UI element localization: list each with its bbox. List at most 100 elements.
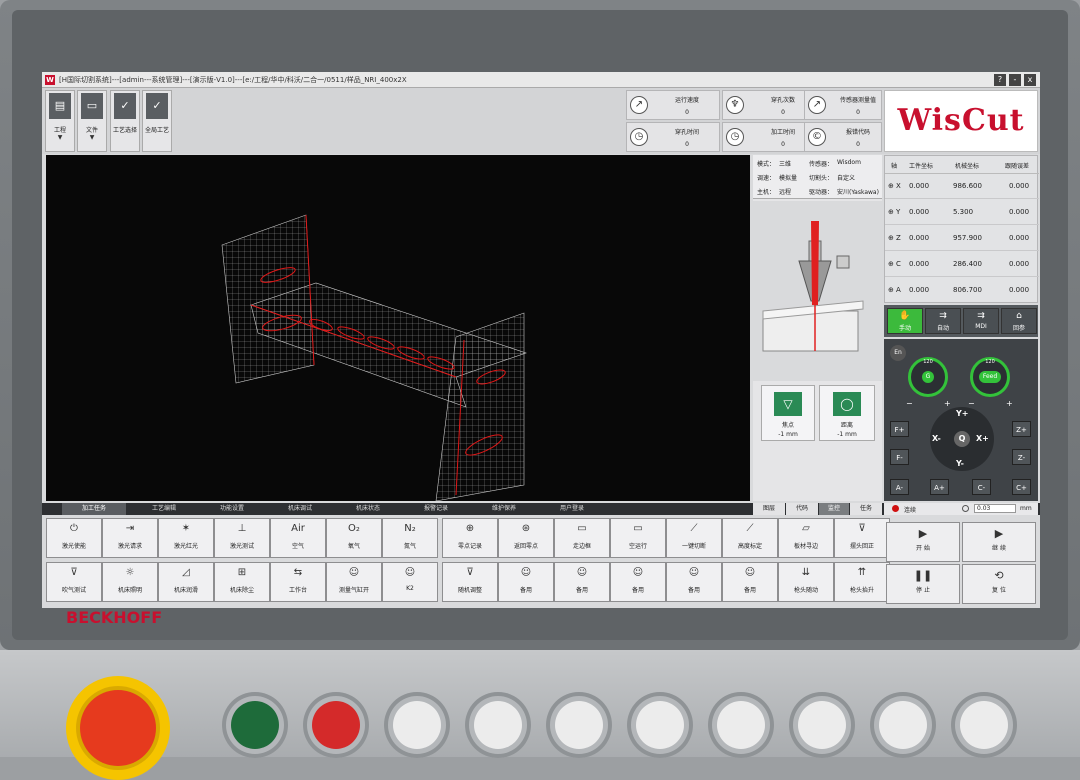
function-key-row2-1[interactable]: ☼ 机床照明	[102, 562, 158, 602]
step-input[interactable]: 0.03	[974, 504, 1016, 513]
jog-z-plus[interactable]: Z+	[1012, 421, 1031, 437]
emergency-stop-button[interactable]	[66, 676, 170, 780]
start-button[interactable]: ▶ 开 始	[886, 522, 960, 562]
function-key-label: 激光请求	[117, 543, 142, 550]
function-key-row1-6[interactable]: N₂ 氮气	[382, 518, 438, 558]
function-key-row1-13[interactable]: ▱ 板材寻边	[778, 518, 834, 558]
jog-y-minus[interactable]: Y-	[956, 459, 964, 468]
tab-code[interactable]: 代码	[786, 503, 818, 515]
tab-function-settings[interactable]: 功能设置	[200, 503, 264, 515]
continue-button[interactable]: ▶ 继 续	[962, 522, 1036, 562]
function-key-row1-5[interactable]: O₂ 氧气	[326, 518, 382, 558]
axis-row-x: ⊕ X 0.000 986.600 0.000	[885, 174, 1039, 199]
tab-monitor[interactable]: 监控	[819, 503, 849, 515]
mode-mdi-button[interactable]: ⇉ MDI	[963, 308, 999, 334]
jog-c-minus[interactable]: C-	[972, 479, 991, 495]
function-key-label: 机床除尘	[229, 587, 254, 594]
minimize-button[interactable]: -	[1009, 74, 1021, 86]
jog-y-plus[interactable]: Y+	[956, 409, 969, 418]
process-select-button[interactable]: ✓ 工艺选择	[110, 90, 140, 152]
function-key-icon: ⏻	[70, 523, 78, 534]
jog-x-minus[interactable]: X-	[932, 434, 941, 443]
function-key-row2-3[interactable]: ⊞ 机床除尘	[214, 562, 270, 602]
hardware-key-green[interactable]	[222, 692, 288, 758]
continuous-radio[interactable]	[892, 505, 899, 512]
hardware-key-8[interactable]	[789, 692, 855, 758]
tab-alarm-log[interactable]: 报警记录	[404, 503, 468, 515]
jog-f-plus[interactable]: F+	[890, 421, 909, 437]
function-key-row2-4[interactable]: ⇆ 工作台	[270, 562, 326, 602]
g-override-dial[interactable]: 120 G	[908, 357, 948, 397]
function-key-row1-7[interactable]: ⊕ 零点记录	[442, 518, 498, 558]
mode-auto-button[interactable]: ⇉ 自动	[925, 308, 961, 334]
function-key-row1-2[interactable]: ✶ 激光红光	[158, 518, 214, 558]
jog-f-minus[interactable]: F-	[890, 449, 909, 465]
jog-x-plus[interactable]: X+	[976, 434, 989, 443]
laser-head-diagram	[753, 201, 882, 381]
tab-user-login[interactable]: 用户登录	[540, 503, 604, 515]
project-button[interactable]: ▤ 工程 ▼	[45, 90, 75, 152]
function-key-row1-8[interactable]: ⊛ 返回零点	[498, 518, 554, 558]
function-key-row2-8[interactable]: ☺ 备用	[498, 562, 554, 602]
hardware-key-red[interactable]	[303, 692, 369, 758]
hardware-key-9[interactable]	[870, 692, 936, 758]
function-key-row1-9[interactable]: ▭ 走边框	[554, 518, 610, 558]
tab-tasks[interactable]: 任务	[850, 503, 882, 515]
function-key-row2-0[interactable]: ⊽ 吹气测试	[46, 562, 102, 602]
focus-widget[interactable]: ▽ 焦点 -1 mm	[761, 385, 815, 441]
jog-center-button[interactable]: Q	[954, 431, 970, 447]
function-key-row2-5[interactable]: ☺ 测量气缸开	[326, 562, 382, 602]
function-key-label: 随机调整	[457, 587, 482, 594]
hardware-key-4[interactable]	[465, 692, 531, 758]
jog-a-plus[interactable]: A+	[930, 479, 949, 495]
function-key-row2-9[interactable]: ☺ 备用	[554, 562, 610, 602]
jog-c-plus[interactable]: C+	[1012, 479, 1031, 495]
function-key-row2-10[interactable]: ☺ 备用	[610, 562, 666, 602]
reset-button[interactable]: ⟲ 复 位	[962, 564, 1036, 604]
file-button[interactable]: ▭ 文件 ▼	[77, 90, 107, 152]
function-key-icon: ⊕	[465, 523, 475, 534]
hardware-key-6[interactable]	[627, 692, 693, 758]
function-key-row1-10[interactable]: ▭ 空运行	[610, 518, 666, 558]
function-key-label: 枪头随动	[793, 587, 818, 594]
hardware-key-5[interactable]	[546, 692, 612, 758]
hardware-key-7[interactable]	[708, 692, 774, 758]
global-process-button[interactable]: ✓ 全局工艺	[142, 90, 172, 152]
function-key-icon: ☺	[576, 567, 588, 578]
tab-process-task[interactable]: 加工任务	[62, 503, 126, 515]
tab-maintenance[interactable]: 维护保养	[472, 503, 536, 515]
3d-part-view[interactable]	[46, 155, 750, 502]
function-key-row2-14[interactable]: ⇈ 枪头抬升	[834, 562, 890, 602]
tab-machine-status[interactable]: 机床状态	[336, 503, 400, 515]
function-key-row2-12[interactable]: ☺ 备用	[722, 562, 778, 602]
distance-widget[interactable]: ◯ 距离 -1 mm	[819, 385, 875, 441]
hardware-key-10[interactable]	[951, 692, 1017, 758]
mode-home-button[interactable]: ⌂ 回参	[1001, 308, 1037, 334]
step-radio[interactable]	[962, 505, 969, 512]
function-key-row1-4[interactable]: Air 空气	[270, 518, 326, 558]
jog-z-minus[interactable]: Z-	[1012, 449, 1031, 465]
help-button[interactable]: ?	[994, 74, 1006, 86]
mode-manual-button[interactable]: ✋ 手动	[887, 308, 923, 334]
close-button[interactable]: x	[1024, 74, 1036, 86]
enable-button[interactable]: En	[890, 345, 906, 361]
hardware-key-3[interactable]	[384, 692, 450, 758]
function-key-row1-12[interactable]: ⟋ 高度标定	[722, 518, 778, 558]
function-key-row1-0[interactable]: ⏻ 激光使能	[46, 518, 102, 558]
function-key-row1-1[interactable]: ⇥ 激光请求	[102, 518, 158, 558]
function-key-row1-11[interactable]: ⟋ 一键切断	[666, 518, 722, 558]
function-key-row2-7[interactable]: ⊽ 随机调整	[442, 562, 498, 602]
function-key-row2-6[interactable]: ☺ K2	[382, 562, 438, 602]
function-key-row1-14[interactable]: ⊽ 摆头回正	[834, 518, 890, 558]
feed-override-dial[interactable]: 120 Feed	[970, 357, 1010, 397]
stop-button[interactable]: ❚❚ 停 止	[886, 564, 960, 604]
jog-a-minus[interactable]: A-	[890, 479, 909, 495]
tab-machine-debug[interactable]: 机床调试	[268, 503, 332, 515]
cnc-screen: W [H国际切割系统]---[admin---系统管理]---[演示版-V1.0…	[42, 72, 1040, 608]
function-key-row2-11[interactable]: ☺ 备用	[666, 562, 722, 602]
function-key-row2-13[interactable]: ⇊ 枪头随动	[778, 562, 834, 602]
function-key-row1-3[interactable]: ⊥ 激光测试	[214, 518, 270, 558]
function-key-row2-2[interactable]: ◿ 机床润滑	[158, 562, 214, 602]
tab-layers[interactable]: 图层	[753, 503, 785, 515]
tab-process-edit[interactable]: 工艺编辑	[132, 503, 196, 515]
